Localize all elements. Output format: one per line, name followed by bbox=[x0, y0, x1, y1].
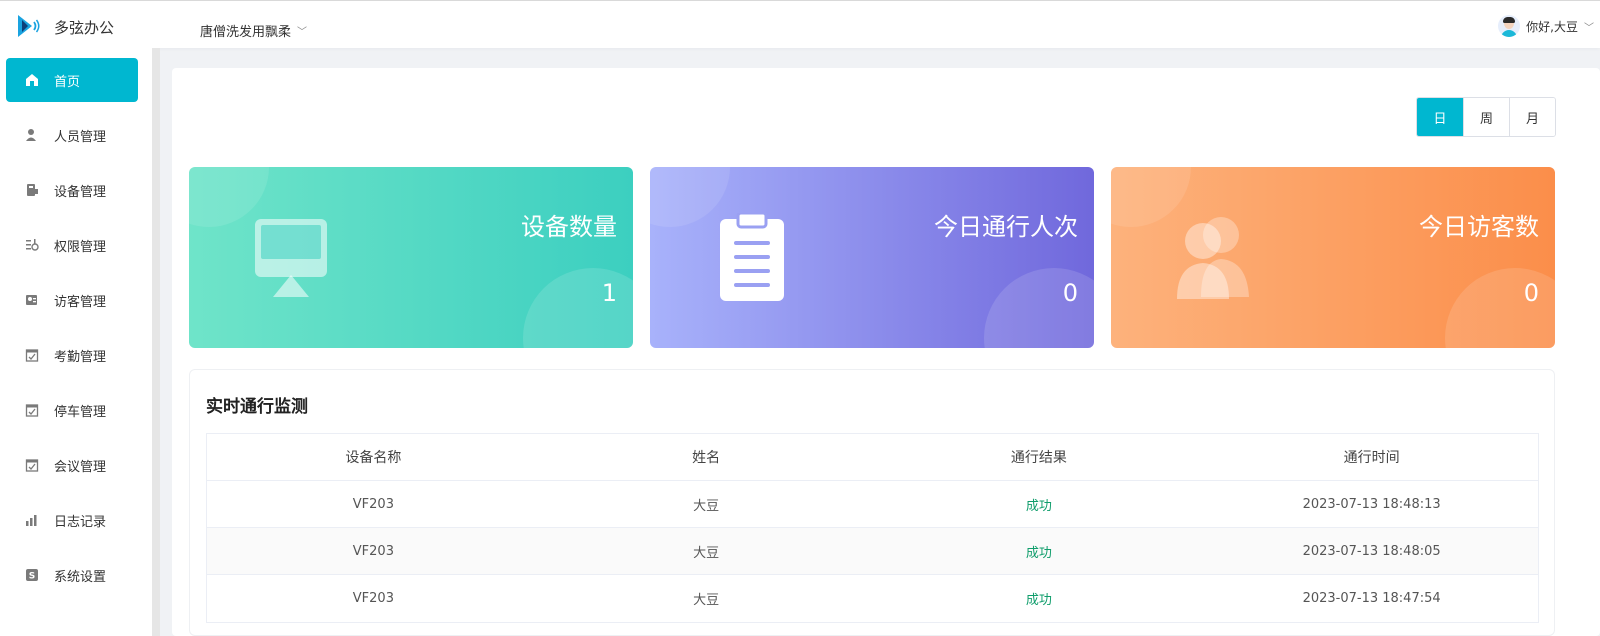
column-header[interactable]: 设备名称 bbox=[207, 447, 540, 467]
device-count-card[interactable]: 设备数量 1 bbox=[189, 167, 633, 348]
sidebar-item-logs[interactable]: 日志记录 bbox=[6, 498, 138, 542]
range-week-button[interactable]: 周 bbox=[1463, 98, 1509, 136]
range-month-button[interactable]: 月 bbox=[1509, 98, 1555, 136]
calendar-check-icon bbox=[24, 402, 40, 418]
sidebar-item-visitors[interactable]: 访客管理 bbox=[6, 278, 138, 322]
table-row[interactable]: VF203 大豆 成功 2023-07-13 18:48:13 bbox=[207, 481, 1538, 528]
table-cell-result: 成功 bbox=[1025, 498, 1052, 514]
realtime-monitor-title: 实时通行监测 bbox=[206, 397, 308, 417]
table-header-row: 设备名称 姓名 通行结果 通行时间 bbox=[207, 434, 1538, 481]
today-passes-card[interactable]: 今日通行人次 0 bbox=[650, 167, 1094, 348]
table-cell-name: 大豆 bbox=[693, 593, 720, 608]
sidebar-item-label: 访客管理 bbox=[54, 294, 107, 310]
bar-chart-icon bbox=[24, 512, 40, 528]
device-count-value: 1 bbox=[601, 279, 617, 307]
app-logo[interactable]: 多弦办公 bbox=[16, 13, 114, 39]
sidebar-item-attendance[interactable]: 考勤管理 bbox=[6, 333, 138, 377]
table-cell-device: VF203 bbox=[352, 543, 394, 559]
user-menu[interactable]: 你好,大豆 ﹀ bbox=[1498, 15, 1594, 37]
range-day-button[interactable]: 日 bbox=[1417, 98, 1463, 136]
clipboard-icon bbox=[720, 213, 784, 301]
chevron-down-icon: ﹀ bbox=[297, 27, 308, 38]
organization-select[interactable]: 唐僧洗发用飘柔 ﹀ bbox=[200, 21, 307, 40]
settings-s-icon: S bbox=[24, 567, 40, 583]
sidebar-item-label: 停车管理 bbox=[54, 404, 107, 420]
table-cell-time: 2023-07-13 18:48:13 bbox=[1302, 496, 1441, 512]
time-range-toggle: 日 周 月 bbox=[1416, 97, 1556, 137]
table-row[interactable]: VF203 大豆 成功 2023-07-13 18:47:54 bbox=[207, 575, 1538, 622]
device-icon bbox=[24, 182, 40, 198]
realtime-monitor-table: 设备名称 姓名 通行结果 通行时间 VF203 大豆 成功 2023-07-13… bbox=[206, 433, 1539, 623]
user-greeting: 你好,大豆 bbox=[1526, 19, 1578, 34]
table-row[interactable]: VF203 大豆 成功 2023-07-13 18:48:05 bbox=[207, 528, 1538, 575]
column-header[interactable]: 通行时间 bbox=[1205, 447, 1538, 467]
permission-icon bbox=[24, 237, 40, 253]
monitor-icon bbox=[255, 219, 327, 297]
table-cell-device: VF203 bbox=[352, 496, 394, 512]
svg-text:S: S bbox=[29, 572, 35, 582]
table-cell-name: 大豆 bbox=[693, 498, 720, 514]
organization-name: 唐僧洗发用飘柔 bbox=[200, 25, 292, 40]
sidebar-item-label: 设备管理 bbox=[54, 184, 107, 200]
sidebar-item-label: 系统设置 bbox=[54, 569, 107, 585]
table-cell-result: 成功 bbox=[1025, 545, 1052, 561]
sidebar-item-label: 考勤管理 bbox=[54, 349, 107, 365]
app-name: 多弦办公 bbox=[54, 19, 115, 37]
table-cell-time: 2023-07-13 18:48:05 bbox=[1302, 543, 1441, 559]
sidebar-item-people[interactable]: 人员管理 bbox=[6, 113, 138, 157]
calendar-check-icon bbox=[24, 457, 40, 473]
sidebar-item-label: 会议管理 bbox=[54, 459, 107, 475]
user-icon bbox=[24, 127, 40, 143]
sidebar-item-settings[interactable]: S 系统设置 bbox=[6, 553, 138, 597]
chevron-down-icon: ﹀ bbox=[1584, 22, 1594, 34]
today-visitors-title: 今日访客数 bbox=[1419, 213, 1539, 241]
home-icon bbox=[24, 72, 40, 88]
calendar-check-icon bbox=[24, 347, 40, 363]
table-cell-time: 2023-07-13 18:47:54 bbox=[1302, 591, 1441, 606]
sidebar-item-label: 权限管理 bbox=[54, 239, 107, 255]
today-visitors-card[interactable]: 今日访客数 0 bbox=[1111, 167, 1555, 348]
device-count-title: 设备数量 bbox=[521, 213, 617, 241]
sidebar-item-home[interactable]: 首页 bbox=[6, 58, 138, 102]
top-bar: 多弦办公 唐僧洗发用飘柔 ﹀ 你好,大豆 ﹀ bbox=[0, 0, 1600, 48]
visitor-icon bbox=[24, 292, 40, 308]
avatar bbox=[1498, 15, 1521, 37]
sidebar: 首页 人员管理 设备管理 权限管理 访客管理 考勤管理 停车管理 会议管理 日志… bbox=[0, 48, 152, 636]
sidebar-item-label: 日志记录 bbox=[54, 514, 107, 530]
sidebar-item-label: 首页 bbox=[54, 74, 81, 90]
today-passes-title: 今日通行人次 bbox=[934, 213, 1078, 241]
today-visitors-value: 0 bbox=[1523, 279, 1539, 307]
sidebar-item-label: 人员管理 bbox=[54, 129, 107, 145]
sidebar-item-permissions[interactable]: 权限管理 bbox=[6, 223, 138, 267]
table-cell-device: VF203 bbox=[352, 591, 394, 606]
table-cell-result: 成功 bbox=[1025, 593, 1052, 608]
sidebar-item-devices[interactable]: 设备管理 bbox=[6, 168, 138, 212]
table-cell-name: 大豆 bbox=[693, 545, 720, 561]
sidebar-item-meetings[interactable]: 会议管理 bbox=[6, 443, 138, 487]
column-header[interactable]: 通行结果 bbox=[873, 447, 1206, 467]
logo-icon bbox=[18, 15, 40, 37]
users-icon bbox=[1177, 217, 1249, 299]
column-header[interactable]: 姓名 bbox=[540, 447, 873, 467]
sidebar-item-parking[interactable]: 停车管理 bbox=[6, 388, 138, 432]
sidebar-scrollbar[interactable] bbox=[152, 48, 160, 636]
today-passes-value: 0 bbox=[1062, 279, 1078, 307]
